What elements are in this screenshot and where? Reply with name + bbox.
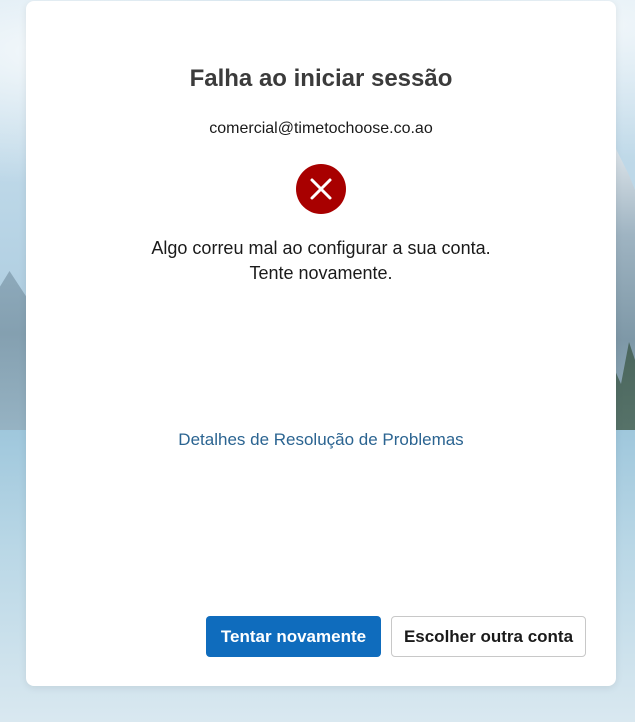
close-x-glyph xyxy=(310,178,332,200)
account-email: comercial@timetochoose.co.ao xyxy=(209,120,433,137)
troubleshooting-details-link[interactable]: Detalhes de Resolução de Problemas xyxy=(26,430,616,450)
error-icon xyxy=(296,164,346,214)
error-message-line1: Algo correu mal ao configurar a sua cont… xyxy=(151,238,491,258)
try-again-button[interactable]: Tentar novamente xyxy=(206,616,381,657)
error-message: Algo correu mal ao configurar a sua cont… xyxy=(26,236,616,286)
error-message-line2: Tente novamente. xyxy=(249,263,393,283)
choose-another-account-button[interactable]: Escolher outra conta xyxy=(391,616,586,657)
dialog-title: Falha ao iniciar sessão xyxy=(189,65,453,92)
sign-in-error-dialog: Falha ao iniciar sessão comercial@timeto… xyxy=(26,1,616,686)
